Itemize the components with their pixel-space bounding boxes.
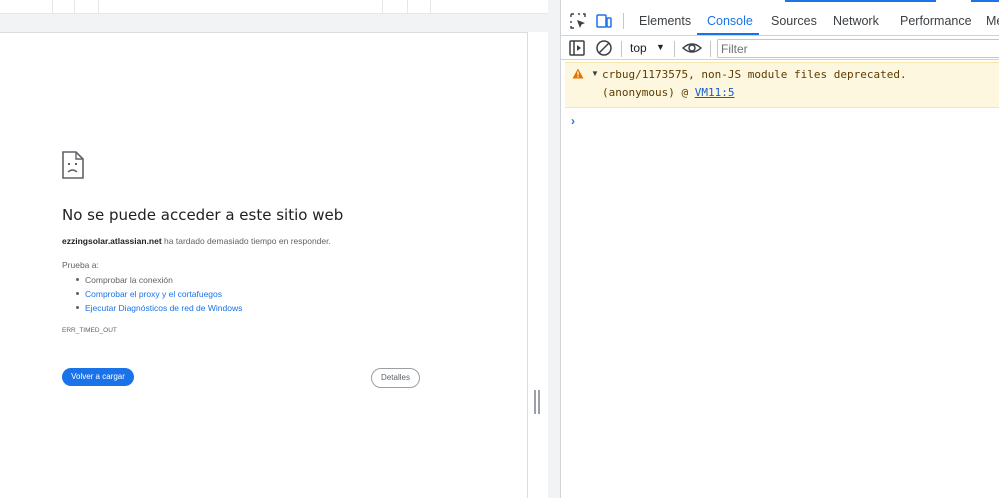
tab-sources[interactable]: Sources bbox=[771, 14, 817, 28]
browser-viewport: No se puede acceder a este sitio web ezz… bbox=[0, 0, 560, 498]
divider bbox=[407, 0, 408, 14]
chevron-down-icon[interactable]: ▼ bbox=[656, 42, 665, 52]
error-code: ERR_TIMED_OUT bbox=[62, 327, 117, 334]
error-host: ezzingsolar.atlassian.net bbox=[62, 236, 162, 246]
divider bbox=[74, 0, 75, 14]
resize-grip-icon[interactable] bbox=[534, 390, 540, 414]
pane-gap bbox=[548, 0, 560, 498]
stack-prefix: (anonymous) @ bbox=[602, 86, 695, 99]
accent-line bbox=[785, 0, 936, 2]
toolbar-separator bbox=[623, 13, 624, 29]
sad-page-icon bbox=[62, 151, 84, 179]
suggestions-list: Comprobar la conexión Comprobar el proxy… bbox=[76, 273, 242, 315]
clear-console-icon[interactable] bbox=[595, 39, 613, 57]
warning-text: crbug/1173575, non-JS module files depre… bbox=[602, 68, 907, 81]
expand-triangle-icon[interactable]: ▼ bbox=[591, 69, 599, 78]
tab-more[interactable]: Me bbox=[986, 14, 999, 28]
tab-performance[interactable]: Performance bbox=[900, 14, 972, 28]
error-description-text: ha tardado demasiado tiempo en responder… bbox=[161, 236, 331, 246]
details-button[interactable]: Detalles bbox=[371, 368, 420, 388]
stack-source-link[interactable]: VM11:5 bbox=[695, 86, 735, 99]
eye-icon[interactable] bbox=[682, 39, 702, 57]
top-toolbar-strip bbox=[0, 0, 560, 14]
filter-input[interactable] bbox=[717, 39, 999, 58]
error-description: ezzingsolar.atlassian.net ha tardado dem… bbox=[62, 236, 331, 246]
suggestion-run-diagnostics-link[interactable]: Ejecutar Diagnósticos de red de Windows bbox=[76, 301, 242, 315]
inspect-element-icon[interactable] bbox=[569, 12, 587, 30]
warning-stack: (anonymous) @ VM11:5 bbox=[602, 86, 734, 99]
divider bbox=[382, 0, 383, 14]
active-tab-indicator bbox=[697, 33, 759, 35]
reload-button[interactable]: Volver a cargar bbox=[62, 368, 134, 386]
sidebar-toggle-icon[interactable] bbox=[568, 39, 586, 57]
tab-elements[interactable]: Elements bbox=[639, 14, 691, 28]
devtools-tabbar: Elements Console Sources Network Perform… bbox=[561, 0, 999, 36]
divider bbox=[52, 0, 53, 14]
device-toolbar-icon[interactable] bbox=[595, 12, 613, 30]
try-label: Prueba a: bbox=[62, 260, 99, 270]
toolbar-separator bbox=[621, 41, 622, 57]
console-prompt-icon[interactable]: › bbox=[571, 114, 575, 128]
warning-icon bbox=[572, 68, 584, 79]
toolbar-separator bbox=[674, 41, 675, 57]
console-toolbar: top ▼ bbox=[561, 37, 999, 60]
split-resizer[interactable] bbox=[528, 32, 548, 498]
toolbar-separator bbox=[710, 41, 711, 57]
divider bbox=[98, 0, 99, 14]
devtools-panel: Elements Console Sources Network Perform… bbox=[560, 0, 999, 498]
divider bbox=[430, 0, 431, 14]
suggestion-check-connection: Comprobar la conexión bbox=[76, 273, 242, 287]
accent-line bbox=[971, 0, 999, 2]
console-warning-message: ▼ crbug/1173575, non-JS module files dep… bbox=[565, 62, 999, 108]
context-select[interactable]: top bbox=[630, 41, 647, 55]
tab-console[interactable]: Console bbox=[707, 14, 753, 28]
suggestion-check-proxy-link[interactable]: Comprobar el proxy y el cortafuegos bbox=[76, 287, 242, 301]
tab-network[interactable]: Network bbox=[833, 14, 879, 28]
error-title: No se puede acceder a este sitio web bbox=[62, 206, 344, 224]
